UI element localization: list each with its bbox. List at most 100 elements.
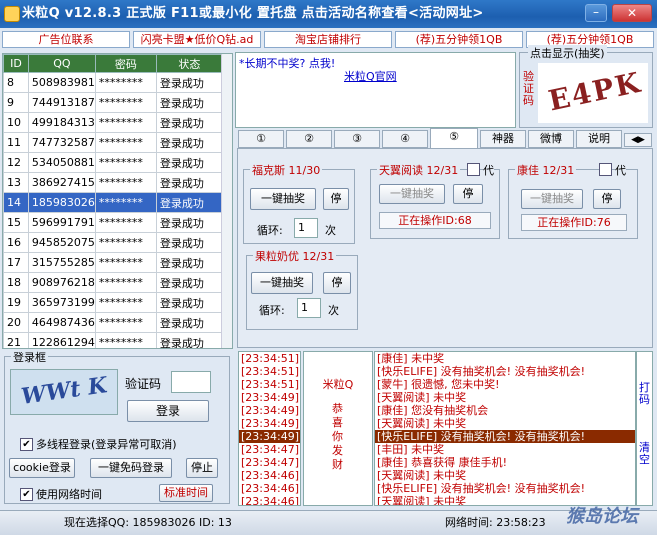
table-scrollbar[interactable] — [221, 54, 232, 348]
row-password: ******** — [94, 132, 157, 153]
captcha-input[interactable] — [171, 371, 211, 393]
table-row[interactable]: 21 122861294 ******** 登录成功 — [3, 332, 224, 348]
table-row[interactable]: 10 499184313 ******** 登录成功 — [3, 112, 224, 133]
app-icon — [4, 6, 20, 22]
tab-scroll-arrows-icon[interactable]: ◀▶ — [624, 133, 652, 147]
log-time-line[interactable]: [23:34:51] — [239, 378, 300, 391]
window-title[interactable]: 米粒Q v12.8.3 正式版 F11或最小化 置托盘 点击活动名称查看<活动网… — [22, 0, 484, 28]
ad-link-3[interactable]: 淘宝店铺排行 — [264, 31, 392, 48]
log-message-line[interactable]: [天翼阅读] 未中奖 — [375, 417, 635, 430]
log-time-line[interactable]: [23:34:47] — [239, 456, 300, 469]
col-password[interactable]: 密码 — [94, 54, 157, 73]
multithread-option[interactable]: ✔ 多线程登录(登录异常可取消) — [20, 436, 177, 452]
table-row[interactable]: 20 464987436 ******** 登录成功 — [3, 312, 224, 333]
tab-5[interactable]: ⑤ — [430, 128, 478, 149]
log-message-line[interactable]: [丰田] 未中奖 — [375, 443, 635, 456]
log-time-list[interactable]: [23:34:51] [23:34:51] [23:34:51] [23:34:49]… — [238, 351, 301, 506]
notice-link-website[interactable]: 米粒Q官网 — [344, 68, 397, 84]
tab-1[interactable]: ① — [238, 130, 284, 148]
clear-log-link[interactable]: 清空 — [639, 442, 651, 466]
tianyi-stop-button[interactable]: 停 — [453, 184, 483, 204]
tianyi-draw-button[interactable]: 一键抽奖 — [379, 184, 445, 204]
log-time-line[interactable]: [23:34:49] — [239, 391, 300, 404]
log-time-line[interactable]: [23:34:49] — [239, 430, 300, 443]
tab-3[interactable]: ③ — [334, 130, 380, 148]
table-row[interactable]: 11 747732587 ******** 登录成功 — [3, 132, 224, 153]
log-time-line[interactable]: [23:34:49] — [239, 417, 300, 430]
log-message-line[interactable]: [康佳] 未中奖 — [375, 352, 635, 365]
table-row[interactable]: 13 386927415 ******** 登录成功 — [3, 172, 224, 193]
multithread-checkbox[interactable]: ✔ — [20, 437, 33, 451]
log-message-list[interactable]: [康佳] 未中奖 [快乐ELIFE] 没有抽奖机会! 没有抽奖机会! [蒙牛] 很遗… — [374, 351, 636, 506]
log-message-line[interactable]: [快乐ELIFE] 没有抽奖机会! 没有抽奖机会! — [375, 365, 635, 378]
log-message-line[interactable]: [康佳] 恭喜获得 康佳手机! — [375, 456, 635, 469]
tab-2[interactable]: ② — [286, 130, 332, 148]
log-time-line[interactable]: [23:34:46] — [239, 495, 300, 505]
row-status: 登录成功 — [155, 252, 224, 273]
log-message-line[interactable]: [快乐ELIFE] 没有抽奖机会! 没有抽奖机会! — [375, 482, 635, 495]
row-password: ******** — [94, 332, 157, 348]
table-row[interactable]: 8 508983981 ******** 登录成功 — [3, 72, 224, 93]
table-row[interactable]: 18 908976218 ******** 登录成功 — [3, 272, 224, 293]
current-selection: 现在选择QQ: 185983026 ID: 13 — [64, 516, 232, 529]
log-time-line[interactable]: [23:34:47] — [239, 443, 300, 456]
konka-proxy-checkbox[interactable] — [599, 163, 612, 176]
login-captcha-image[interactable]: WWt K — [10, 369, 118, 415]
notice-panel: *长期不中奖? 点我! 米粒Q官网 — [235, 52, 516, 128]
log-time-line[interactable]: [23:34:46] — [239, 482, 300, 495]
log-time-line[interactable]: [23:34:51] — [239, 352, 300, 365]
table-row[interactable]: 17 315755285 ******** 登录成功 — [3, 252, 224, 273]
close-button[interactable]: ✕ — [612, 4, 652, 22]
fox-draw-button[interactable]: 一键抽奖 — [250, 188, 316, 210]
log-message-line[interactable]: [天翼阅读] 未中奖 — [375, 469, 635, 482]
table-row[interactable]: 9 744913187 ******** 登录成功 — [3, 92, 224, 113]
draw-captcha-image[interactable]: E4PK — [538, 63, 648, 123]
table-row[interactable]: 15 596991791 ******** 登录成功 — [3, 212, 224, 233]
account-table[interactable]: ID QQ 密码 状态 8 508983981 ******** 登录成功 9 74491… — [2, 53, 233, 349]
draw-captcha-label: 验证码 — [523, 70, 534, 107]
stop-login-button[interactable]: 停止 — [186, 458, 218, 478]
konka-status: 正在操作ID:76 — [521, 214, 627, 231]
login-button[interactable]: 登录 — [127, 400, 209, 422]
captcha-toggle-link[interactable]: 打码 — [639, 382, 651, 406]
konka-stop-button[interactable]: 停 — [593, 189, 621, 209]
tab-4[interactable]: ④ — [382, 130, 428, 148]
tianyi-status: 正在操作ID:68 — [379, 212, 491, 229]
tianyi-proxy-checkbox[interactable] — [467, 163, 480, 176]
tab-weibo[interactable]: 微博 — [528, 130, 574, 148]
table-row[interactable]: 16 945852075 ******** 登录成功 — [3, 232, 224, 253]
log-message-line[interactable]: [快乐ELIFE] 没有抽奖机会! 没有抽奖机会! — [375, 430, 635, 443]
table-row[interactable]: 19 365973199 ******** 登录成功 — [3, 292, 224, 313]
tab-help[interactable]: 说明 — [576, 130, 622, 148]
fox-stop-button[interactable]: 停 — [323, 188, 349, 210]
cookie-login-button[interactable]: cookie登录 — [9, 458, 75, 478]
log-time-line[interactable]: [23:34:51] — [239, 365, 300, 378]
notice-link-lottery[interactable]: *长期不中奖? 点我! — [239, 55, 335, 71]
col-qq[interactable]: QQ — [27, 54, 96, 73]
standard-time-button[interactable]: 标准时间 — [159, 484, 213, 502]
ad-link-2[interactable]: 闪亮卡盟★低价Q钻.ad — [133, 31, 261, 48]
guoli-loop-input[interactable]: 1 — [297, 298, 321, 318]
log-message-line[interactable]: [天翼阅读] 未中奖 — [375, 391, 635, 404]
network-time-checkbox[interactable]: ✔ — [20, 487, 33, 501]
log-time-line[interactable]: [23:34:49] — [239, 404, 300, 417]
minimize-button[interactable]: – — [585, 4, 607, 22]
guoli-draw-button[interactable]: 一键抽奖 — [251, 272, 313, 294]
log-message-line[interactable]: [康佳] 您没有抽奖机会 — [375, 404, 635, 417]
row-id: 18 — [3, 272, 29, 293]
ad-link-1[interactable]: 广告位联系 — [2, 31, 130, 48]
col-status[interactable]: 状态 — [155, 54, 224, 73]
log-time-line[interactable]: [23:34:46] — [239, 469, 300, 482]
col-id[interactable]: ID — [3, 54, 29, 73]
fox-loop-input[interactable]: 1 — [294, 218, 318, 238]
tab-tools[interactable]: 神器 — [480, 130, 526, 148]
log-message-line[interactable]: [蒙牛] 很遗憾, 您未中奖! — [375, 378, 635, 391]
network-time-option[interactable]: ✔ 使用网络时间 — [20, 486, 102, 502]
row-id: 10 — [3, 112, 29, 133]
guoli-stop-button[interactable]: 停 — [323, 272, 351, 294]
table-row[interactable]: 12 534050881 ******** 登录成功 — [3, 152, 224, 173]
ad-link-4[interactable]: (荐)五分钟领1QB — [395, 31, 523, 48]
table-row[interactable]: 14 185983026 ******** 登录成功 — [3, 192, 224, 213]
quick-login-button[interactable]: 一键免码登录 — [90, 458, 172, 478]
konka-draw-button[interactable]: 一键抽奖 — [521, 189, 583, 209]
